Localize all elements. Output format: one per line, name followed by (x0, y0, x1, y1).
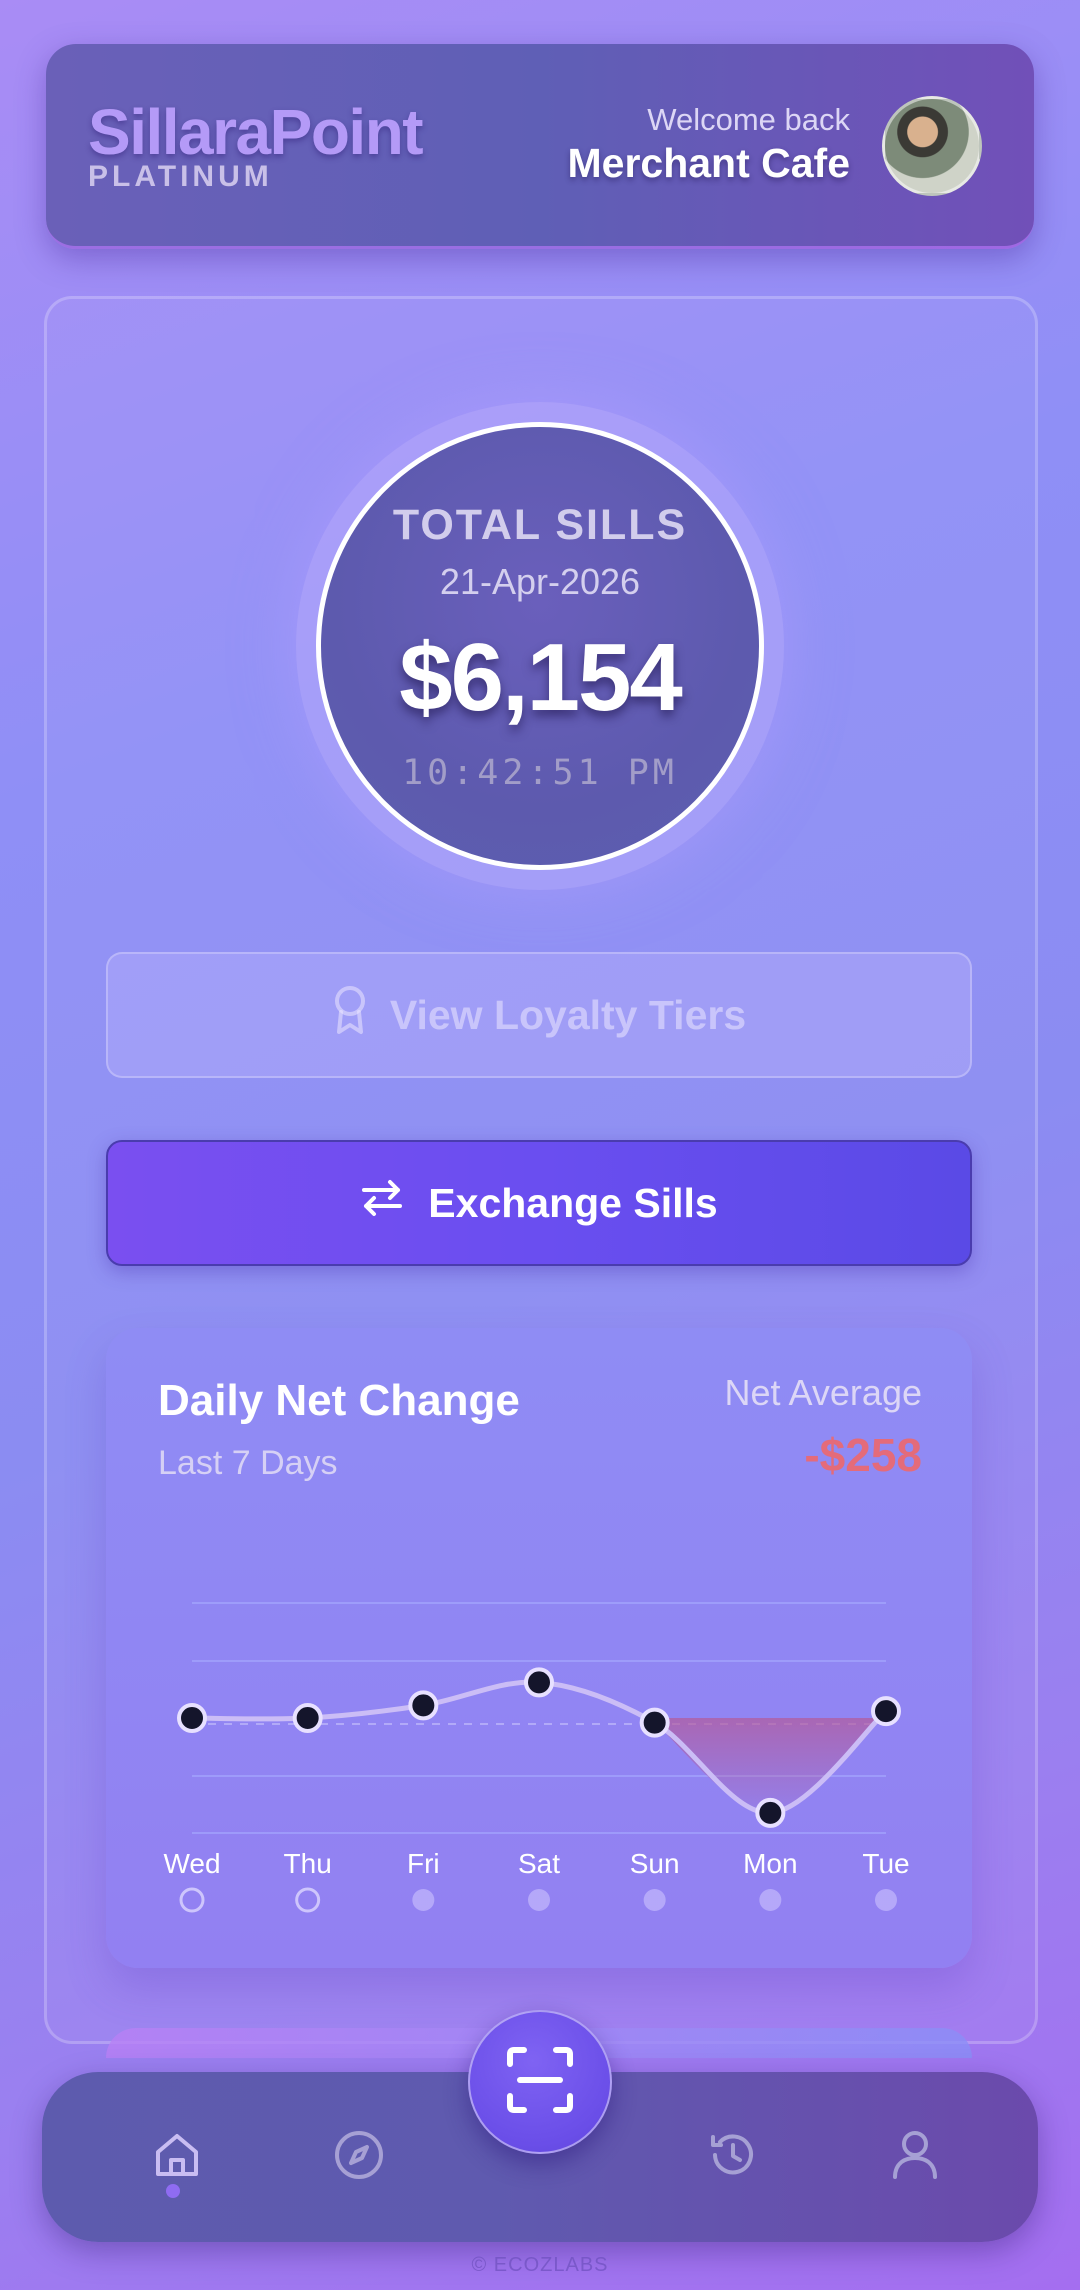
day-indicator-thu (295, 1887, 321, 1913)
net-change-chart: Wed Thu Fri Sat Sun Mon Tue (163, 1602, 910, 1913)
negative-area (654, 1711, 886, 1813)
merchant-name: Merchant Cafe (567, 140, 850, 186)
award-icon (332, 985, 368, 1045)
footer-credit: © ECOZLABS (471, 2254, 609, 2276)
scan-icon (504, 2044, 576, 2121)
day-indicator-tue (875, 1889, 897, 1911)
x-tick-label: Sun (630, 1848, 680, 1879)
day-indicator-fri (412, 1889, 435, 1911)
app-header: SillaraPoint PLATINUM Welcome back Merch… (46, 44, 1034, 249)
loyalty-label: View Loyalty Tiers (389, 991, 747, 1038)
data-point-fri (408, 1690, 439, 1721)
footer-text: ECOZLABS (493, 2254, 609, 2276)
home-icon[interactable] (142, 2120, 212, 2190)
exchange-icon (360, 1176, 404, 1230)
view-loyalty-tiers-button[interactable]: View Loyalty Tiers (106, 952, 972, 1078)
x-tick-label: Mon (743, 1848, 797, 1879)
scan-button[interactable] (468, 2010, 612, 2154)
total-sills-time: 10:42:51 PM (402, 753, 678, 793)
user-icon[interactable] (880, 2120, 950, 2190)
data-point-mon (755, 1797, 786, 1828)
data-point-tue (871, 1696, 901, 1727)
data-point-sat (524, 1667, 554, 1698)
brand-name: SillaraPoint (88, 96, 424, 168)
x-tick-label: Sat (518, 1848, 560, 1879)
compass-icon[interactable] (324, 2120, 394, 2190)
balance-circle: TOTAL SILLS 21-Apr-2026 $6,154 10:42:51 … (316, 422, 764, 870)
exchange-label: Exchange Sills (428, 1179, 718, 1226)
brand: SillaraPoint PLATINUM (88, 96, 424, 194)
welcome-text: Welcome back (647, 102, 850, 137)
day-indicator-mon (759, 1889, 782, 1911)
avatar[interactable] (882, 96, 982, 196)
daily-net-change-card: Daily Net Change Last 7 Days Net Average… (106, 1328, 972, 1968)
active-tab-indicator (166, 2184, 180, 2198)
data-point-wed (177, 1703, 207, 1733)
welcome-block: Welcome back Merchant Cafe (567, 102, 850, 187)
x-tick-label: Thu (284, 1848, 332, 1879)
day-indicator-wed (179, 1887, 205, 1913)
x-tick-label: Wed (163, 1848, 220, 1879)
x-tick-label: Tue (862, 1848, 909, 1879)
exchange-sills-button[interactable]: Exchange Sills (106, 1140, 972, 1266)
data-point-thu (292, 1703, 323, 1733)
total-sills-label: TOTAL SILLS (392, 501, 688, 549)
total-sills-date: 21-Apr-2026 (439, 561, 641, 602)
day-indicator-sun (643, 1889, 666, 1911)
day-indicator-sat (528, 1889, 550, 1911)
x-tick-label: Fri (407, 1848, 440, 1879)
history-icon[interactable] (698, 2120, 768, 2190)
data-point-sun (639, 1707, 670, 1738)
total-sills-amount: $6,154 (399, 624, 683, 731)
